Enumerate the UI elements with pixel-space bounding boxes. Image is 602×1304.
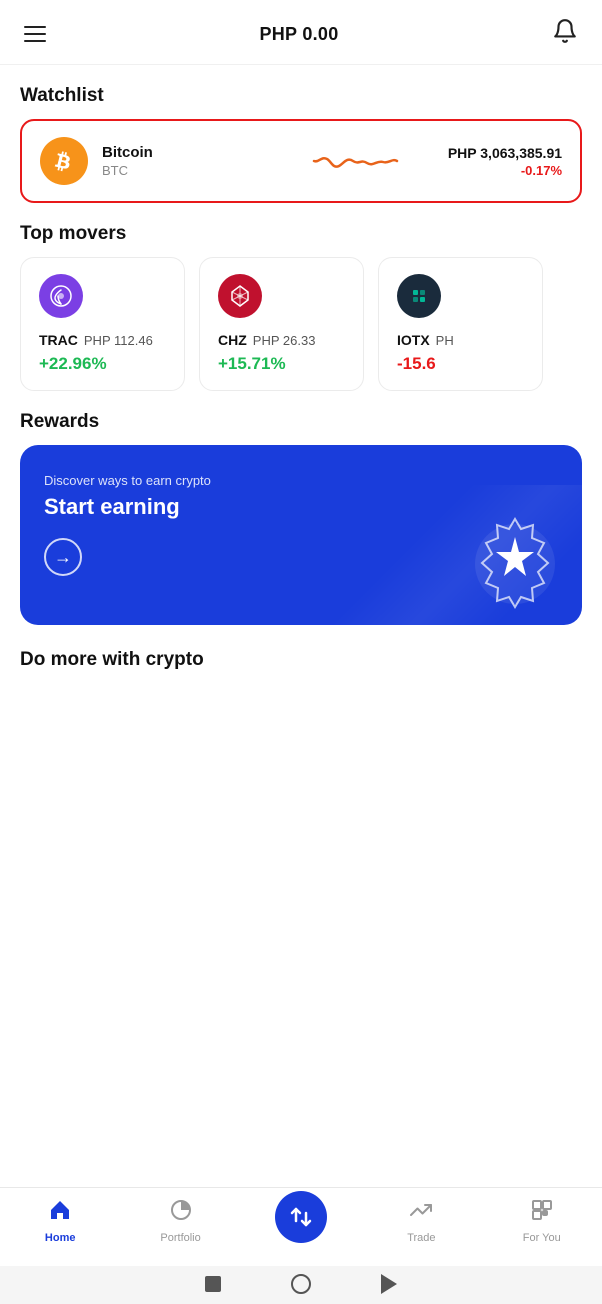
watchlist-coin-name: Bitcoin — [102, 144, 261, 161]
watchlist-title: Watchlist — [0, 65, 602, 119]
rewards-card[interactable]: Discover ways to earn crypto Start earni… — [20, 445, 582, 625]
trac-symbol: TRAC — [39, 332, 78, 348]
watchlist-card-bitcoin[interactable]: Bitcoin BTC PHP 3,063,385.91 -0.17% — [20, 119, 582, 203]
watchlist-coin-symbol: BTC — [102, 163, 261, 178]
system-recent-button[interactable] — [381, 1274, 397, 1294]
iotx-symbol: IOTX — [397, 332, 430, 348]
chz-symbol: CHZ — [218, 332, 247, 348]
chz-price: PHP 26.33 — [253, 333, 316, 348]
header: PHP 0.00 — [0, 0, 602, 65]
trac-info-row: TRAC PHP 112.46 — [39, 332, 166, 348]
chz-change: +15.71% — [218, 354, 345, 374]
trac-change: +22.96% — [39, 354, 166, 374]
trac-price: PHP 112.46 — [84, 333, 153, 348]
recent-triangle-icon — [381, 1274, 397, 1294]
top-movers-list: TRAC PHP 112.46 +22.96% CHZ — [0, 257, 602, 391]
home-icon — [48, 1198, 72, 1228]
top-movers-section: Top movers TRAC PHP 112.46 +22.96% — [0, 203, 602, 391]
nav-item-foryou[interactable]: For You — [512, 1198, 572, 1244]
arrow-icon: → — [54, 547, 72, 568]
watchlist-section: Watchlist Bitcoin BTC — [0, 65, 602, 203]
mover-card-trac[interactable]: TRAC PHP 112.46 +22.96% — [20, 257, 185, 391]
iotx-icon — [397, 274, 441, 318]
mover-card-iotx[interactable]: IOTX PH -15.6 — [378, 257, 543, 391]
do-more-section: Do more with crypto — [0, 625, 602, 683]
system-back-button[interactable] — [205, 1276, 221, 1292]
trac-icon — [39, 274, 83, 318]
chz-icon — [218, 274, 262, 318]
back-square-icon — [205, 1276, 221, 1292]
swap-button[interactable] — [275, 1191, 327, 1243]
rewards-arrow-button[interactable]: → — [44, 538, 82, 576]
nav-label-home: Home — [45, 1232, 76, 1244]
bottom-nav: Home Portfolio — [0, 1187, 602, 1258]
watchlist-coin-info: Bitcoin BTC — [102, 144, 261, 178]
notifications-button[interactable] — [552, 18, 578, 50]
nav-item-trade[interactable]: Trade — [391, 1198, 451, 1244]
nav-label-foryou: For You — [523, 1232, 561, 1244]
menu-button[interactable] — [24, 26, 46, 42]
foryou-icon — [530, 1198, 554, 1228]
do-more-title: Do more with crypto — [0, 629, 602, 683]
header-balance: PHP 0.00 — [259, 24, 338, 45]
rewards-star-badge — [460, 509, 560, 609]
watchlist-change: -0.17% — [448, 163, 562, 178]
nav-item-portfolio[interactable]: Portfolio — [151, 1198, 211, 1244]
trade-icon — [409, 1198, 433, 1228]
rewards-section: Rewards Discover ways to earn crypto Sta… — [0, 391, 602, 625]
system-home-button[interactable] — [291, 1274, 311, 1294]
nav-item-swap[interactable] — [271, 1199, 331, 1243]
watchlist-chart — [275, 141, 434, 181]
nav-item-home[interactable]: Home — [30, 1198, 90, 1244]
home-circle-icon — [291, 1274, 311, 1294]
watchlist-price-info: PHP 3,063,385.91 -0.17% — [448, 145, 562, 178]
chz-info-row: CHZ PHP 26.33 — [218, 332, 345, 348]
watchlist-price: PHP 3,063,385.91 — [448, 145, 562, 161]
iotx-price: PH — [436, 333, 454, 348]
bitcoin-icon — [40, 137, 88, 185]
top-movers-title: Top movers — [0, 203, 602, 257]
mover-card-chz[interactable]: CHZ PHP 26.33 +15.71% — [199, 257, 364, 391]
main-content: Watchlist Bitcoin BTC — [0, 65, 602, 773]
rewards-title: Rewards — [0, 391, 602, 445]
system-bar — [0, 1266, 602, 1304]
portfolio-icon — [169, 1198, 193, 1228]
nav-label-trade: Trade — [407, 1232, 435, 1244]
iotx-change: -15.6 — [397, 354, 524, 374]
rewards-subtitle: Discover ways to earn crypto — [44, 473, 558, 488]
nav-label-portfolio: Portfolio — [160, 1232, 200, 1244]
iotx-info-row: IOTX PH — [397, 332, 524, 348]
